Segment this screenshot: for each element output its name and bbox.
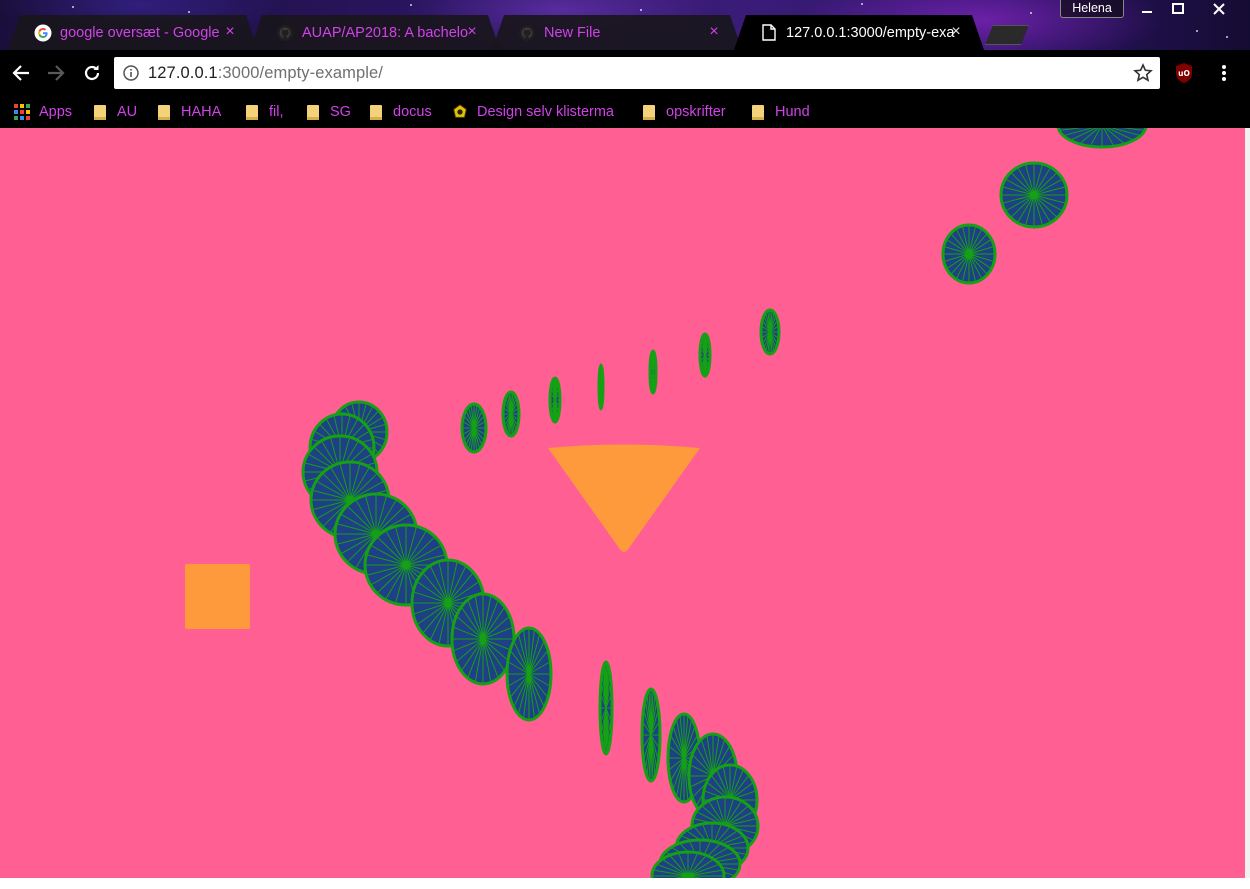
wheel-2 [999, 161, 1069, 229]
close-tab-icon[interactable]: × [948, 23, 964, 41]
google-g-icon [34, 24, 52, 42]
tab-new-file[interactable]: New File × [492, 15, 742, 50]
bookmark-label: opskrifter [666, 104, 726, 120]
reload-button[interactable] [80, 61, 104, 85]
url-text[interactable]: 127.0.0.1:3000/empty-example/ [148, 64, 383, 83]
wheel-spokes [762, 311, 778, 353]
wheel-spokes [944, 226, 994, 282]
wheel-5 [698, 332, 712, 378]
bookmark-design-selv[interactable]: Design selv klisterma [452, 100, 624, 124]
address-bar[interactable]: 127.0.0.1:3000/empty-example/ [114, 57, 1160, 89]
wheel-21 [640, 687, 662, 783]
wheel-9 [501, 390, 521, 438]
folder-icon [244, 104, 260, 120]
bookmark-label: Hund [775, 104, 810, 120]
maximize-icon [1172, 3, 1184, 14]
page-scrollbar[interactable] [1245, 128, 1250, 878]
bookmark-folder-sg[interactable]: SG [305, 100, 351, 124]
back-button[interactable] [9, 61, 33, 85]
wheel-8 [548, 376, 562, 424]
bookmark-label: Apps [39, 104, 73, 120]
close-tab-icon[interactable]: × [222, 23, 238, 41]
bookmark-folder-opskrifter[interactable]: opskrifter [641, 100, 726, 124]
ublock-shield-icon: uO [1176, 63, 1192, 83]
tab-auap-github[interactable]: AUAP/AP2018: A bachelo × [250, 15, 500, 50]
wheel-3 [941, 223, 997, 285]
wheel-spokes [651, 352, 655, 392]
tab-strip: google oversæt - Google × AUAP/AP2018: A… [0, 0, 1250, 50]
wheel-10 [460, 402, 488, 454]
bookmark-label: Design selv klisterma [477, 104, 614, 120]
wheel-18 [450, 592, 516, 686]
page-bottom-edge [0, 878, 1250, 889]
maximize-button[interactable] [1159, 0, 1197, 18]
wheel-6 [648, 349, 658, 395]
close-window-button[interactable] [1200, 0, 1238, 18]
tab-empty-example[interactable]: 127.0.0.1:3000/empty-exa × [734, 15, 984, 50]
bookmark-label: docus [393, 104, 432, 120]
bookmark-label: SG [330, 104, 351, 120]
reload-icon [84, 65, 100, 81]
bookmark-folder-haha[interactable]: HAHA [156, 100, 221, 124]
folder-icon [156, 104, 172, 120]
folder-icon [641, 104, 657, 120]
folder-icon [305, 104, 321, 120]
forward-button[interactable] [44, 61, 68, 85]
folder-icon [368, 104, 384, 120]
folder-icon [92, 104, 108, 120]
wheel-spokes [504, 393, 518, 435]
github-icon [518, 24, 536, 42]
url-path: :3000/empty-example/ [217, 64, 383, 82]
folder-icon [750, 104, 766, 120]
wheel-spokes [508, 629, 550, 719]
url-host: 127.0.0.1 [148, 64, 218, 82]
wheel-19 [505, 626, 553, 722]
wheel-spokes [601, 663, 611, 753]
close-tab-icon[interactable]: × [706, 23, 722, 41]
close-tab-icon[interactable]: × [464, 23, 480, 41]
bookmark-folder-au[interactable]: AU [92, 100, 137, 124]
bookmark-label: AU [117, 104, 138, 120]
kebab-menu-icon [1222, 65, 1226, 81]
document-icon [760, 24, 778, 42]
info-icon[interactable] [123, 65, 139, 81]
bookmark-apps[interactable]: Apps [14, 100, 72, 124]
wheel-spokes [643, 690, 659, 780]
new-tab-button[interactable] [985, 25, 1029, 45]
sketch-canvas[interactable] [0, 128, 1245, 878]
sticker-site-icon [452, 104, 468, 120]
wheel-4 [759, 308, 781, 356]
browser-window: google oversæt - Google × AUAP/AP2018: A… [0, 0, 1250, 889]
ublock-extension-button[interactable]: uO [1172, 61, 1196, 85]
bookmark-folder-fil[interactable]: fil, [244, 100, 284, 124]
bookmark-folder-docus[interactable]: docus [368, 100, 432, 124]
bookmark-star-icon[interactable] [1133, 63, 1153, 83]
orange-square [185, 564, 250, 629]
menu-button[interactable] [1212, 61, 1236, 85]
wheel-spokes [551, 379, 559, 421]
tab-google-translate[interactable]: google oversæt - Google × [8, 15, 258, 50]
wheel-spokes [1002, 164, 1066, 226]
page-viewport [0, 128, 1245, 878]
bookmarks-bar: Apps AU HAHA fil, SG docus Design selv k… [0, 95, 1250, 128]
bookmark-label: HAHA [181, 104, 222, 120]
toolbar: 127.0.0.1:3000/empty-example/ uO [0, 50, 1250, 95]
apps-grid-icon [14, 104, 30, 120]
close-icon [1213, 3, 1225, 15]
bookmark-label: fil, [269, 104, 284, 120]
bookmark-folder-hund[interactable]: Hund [750, 100, 810, 124]
forward-arrow-icon [48, 65, 65, 81]
profile-button[interactable]: Helena [1060, 0, 1124, 18]
wheel-spokes [463, 405, 485, 451]
github-icon [276, 24, 294, 42]
wheel-20 [598, 660, 614, 756]
wheel-spokes [453, 595, 513, 683]
wheel-spokes [600, 366, 602, 408]
minimize-icon [1142, 11, 1152, 13]
wheel-7 [597, 363, 605, 411]
wheel-spokes [701, 335, 709, 375]
svg-text:uO: uO [1178, 69, 1190, 78]
back-arrow-icon [12, 65, 29, 81]
